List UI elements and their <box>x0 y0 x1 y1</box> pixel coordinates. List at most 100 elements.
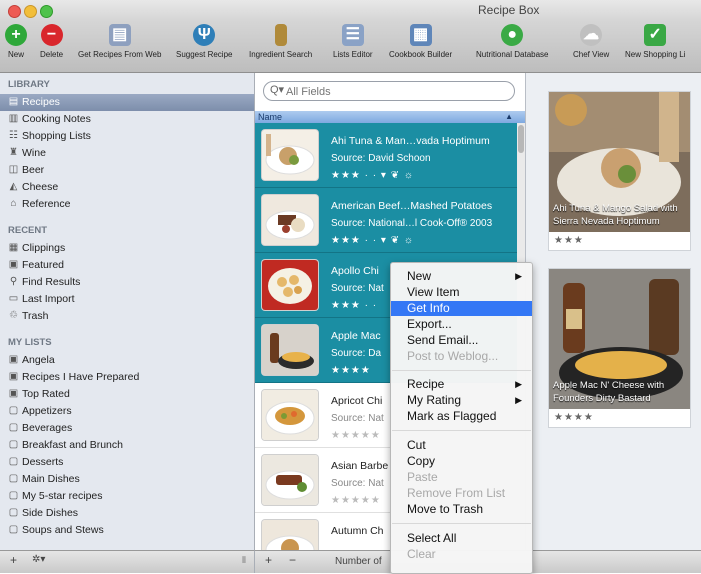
menu-item-label: Send Email... <box>407 333 479 347</box>
menu-item-move-to-trash[interactable]: Move to Trash <box>391 502 532 517</box>
recipe-title: Apollo Chi <box>331 265 379 277</box>
sidebar-item-side-dishes[interactable]: ▢ Side Dishes <box>0 505 254 522</box>
search-icon[interactable]: Q▾ <box>270 83 284 96</box>
toolbar-new-shopping-list-button[interactable]: ✓ New Shopping Li <box>625 24 685 59</box>
recipe-thumbnail <box>262 455 318 505</box>
menu-item-get-info[interactable]: Get Info <box>391 301 532 316</box>
rating-stars[interactable]: ★★★ · · ▾ ❦ ☼ <box>331 170 414 181</box>
toolbar-lists-editor-button[interactable]: ☰ Lists Editor <box>333 24 373 59</box>
recipe-thumbnail <box>262 390 318 440</box>
shopping-icon: ☷ <box>9 130 18 141</box>
menu-item-mark-flagged[interactable]: Mark as Flagged <box>391 409 532 424</box>
resize-handle[interactable]: ⦀ <box>242 555 246 566</box>
menu-item-send-email[interactable]: Send Email... <box>391 333 532 348</box>
sidebar-item-wine[interactable]: ♜ Wine <box>0 145 254 162</box>
sidebar-item-desserts[interactable]: ▢ Desserts <box>0 454 254 471</box>
minus-circle-icon: − <box>40 24 63 46</box>
search-field[interactable]: Q▾ <box>263 81 515 101</box>
menu-item-label: Select All <box>407 531 457 545</box>
sidebar-item-label: Cooking Notes <box>22 113 91 125</box>
table-row[interactable]: American Beef…Mashed Potatoes Source: Na… <box>255 188 517 253</box>
sidebar-item-breakfast[interactable]: ▢ Breakfast and Brunch <box>0 437 254 454</box>
menu-item-export[interactable]: Export... <box>391 317 532 332</box>
table-row[interactable]: Ahi Tuna & Man…vada Hoptimum Source: Dav… <box>255 123 517 188</box>
menu-item-paste: Paste <box>391 470 532 485</box>
rating-stars[interactable]: ★★★ · · <box>331 300 377 311</box>
menu-item-cut[interactable]: Cut <box>391 438 532 453</box>
minimize-window-button[interactable] <box>24 5 37 18</box>
sidebar-item-recipes[interactable]: ▤ Recipes <box>0 94 254 111</box>
sidebar-item-clippings[interactable]: ▦ Clippings <box>0 240 254 257</box>
rating-stars[interactable]: ★★★★ <box>549 409 690 427</box>
reference-icon: ⌂ <box>10 198 17 209</box>
beer-icon: ◫ <box>8 164 19 175</box>
toolbar-get-recipes-button[interactable]: ▤ Get Recipes From Web <box>78 24 161 59</box>
close-window-button[interactable] <box>8 5 21 18</box>
sidebar-item-soups-stews[interactable]: ▢ Soups and Stews <box>0 522 254 539</box>
toolbar-label: Get Recipes From Web <box>78 50 162 59</box>
sidebar-item-reference[interactable]: ⌂ Reference <box>0 196 254 213</box>
sidebar-item-angela[interactable]: ▣ Angela <box>0 352 254 369</box>
sidebar-item-label: Soups and Stews <box>22 524 104 536</box>
zoom-window-button[interactable] <box>40 5 53 18</box>
sidebar-item-cooking-notes[interactable]: ▥ Cooking Notes <box>0 111 254 128</box>
smart-list-icon: ▣ <box>8 388 19 399</box>
rating-stars[interactable]: ★★★★★ <box>331 495 381 506</box>
menu-item-view-item[interactable]: View Item <box>391 285 532 300</box>
remove-recipe-button[interactable]: − <box>289 553 296 567</box>
sidebar-item-shopping-lists[interactable]: ☷ Shopping Lists <box>0 128 254 145</box>
recipe-card[interactable]: Apple Mac N' Cheese with Founders Dirty … <box>548 268 691 428</box>
sidebar-item-featured[interactable]: ▣ Featured <box>0 257 254 274</box>
add-list-button[interactable]: + <box>10 553 17 567</box>
toolbar-nutritional-database-button[interactable]: ● Nutritional Database <box>476 24 548 59</box>
rating-stars[interactable]: ★★★ · · ▾ ❦ ☼ <box>331 235 414 246</box>
toolbar-delete-button[interactable]: − Delete <box>40 24 63 59</box>
rating-stars[interactable]: ★★★ <box>549 232 690 250</box>
recipe-source: Source: Nat <box>331 283 384 294</box>
sidebar-item-last-import[interactable]: ▭ Last Import <box>0 291 254 308</box>
plus-circle-icon: + <box>5 24 27 46</box>
wine-icon: ♜ <box>9 147 18 158</box>
sidebar-item-appetizers[interactable]: ▢ Appetizers <box>0 403 254 420</box>
menu-item-select-all[interactable]: Select All <box>391 531 532 546</box>
toolbar-cookbook-builder-button[interactable]: ▦ Cookbook Builder <box>389 24 452 59</box>
toolbar-new-button[interactable]: + New <box>5 24 27 59</box>
search-input[interactable] <box>284 83 508 100</box>
menu-item-copy[interactable]: Copy <box>391 454 532 469</box>
recipe-card-caption: Ahi Tuna & Mango Salad with Sierra Nevad… <box>553 203 678 227</box>
menu-item-my-rating[interactable]: My Rating ▶ <box>391 393 532 408</box>
toolbar: + New − Delete ▤ Get Recipes From Web Ψ … <box>0 20 701 73</box>
scrollbar-knob[interactable] <box>518 125 524 153</box>
menu-item-recipe[interactable]: Recipe ▶ <box>391 377 532 392</box>
menu-item-new[interactable]: New ▶ <box>391 269 532 284</box>
menu-item-label: Post to Weblog... <box>407 349 499 363</box>
recipe-card[interactable]: Ahi Tuna & Mango Salad with Sierra Nevad… <box>548 91 691 251</box>
sidebar-item-five-star[interactable]: ▢ My 5-star recipes <box>0 488 254 505</box>
title-bar: Recipe Box <box>0 0 701 20</box>
toolbar-ingredient-search-button[interactable]: Ingredient Search <box>249 24 312 59</box>
rating-stars[interactable]: ★★★★★ <box>331 430 381 441</box>
gear-icon[interactable]: ✲▾ <box>32 554 45 565</box>
sidebar-item-cheese[interactable]: ◭ Cheese <box>0 179 254 196</box>
sidebar-item-main-dishes[interactable]: ▢ Main Dishes <box>0 471 254 488</box>
sidebar-item-label: Find Results <box>22 276 81 288</box>
sidebar-item-find-results[interactable]: ⚲ Find Results <box>0 274 254 291</box>
sidebar-footer: + ✲▾ ⦀ <box>0 550 255 573</box>
recent-heading: RECENT <box>8 225 48 236</box>
rating-stars[interactable]: ★★★★ <box>331 365 371 376</box>
recipe-card-photo: Apple Mac N' Cheese with Founders Dirty … <box>549 269 690 409</box>
trash-icon: ♲ <box>9 310 18 321</box>
sidebar-item-label: Top Rated <box>22 388 70 400</box>
sidebar-item-beverages[interactable]: ▢ Beverages <box>0 420 254 437</box>
toolbar-chef-view-button[interactable]: ☁ Chef View <box>573 24 609 59</box>
sidebar-item-beer[interactable]: ◫ Beer <box>0 162 254 179</box>
sidebar-item-recipes-prepared[interactable]: ▣ Recipes I Have Prepared <box>0 369 254 386</box>
sidebar-item-top-rated[interactable]: ▣ Top Rated <box>0 386 254 403</box>
column-header-name[interactable]: Name ▲ <box>255 111 525 123</box>
toolbar-suggest-recipe-button[interactable]: Ψ Suggest Recipe <box>176 24 232 59</box>
add-recipe-button[interactable]: + <box>265 553 272 567</box>
sidebar-item-trash[interactable]: ♲ Trash <box>0 308 254 325</box>
list-icon: ▢ <box>8 507 19 518</box>
toolbar-label: New <box>7 50 24 59</box>
sidebar-item-label: Side Dishes <box>22 507 79 519</box>
